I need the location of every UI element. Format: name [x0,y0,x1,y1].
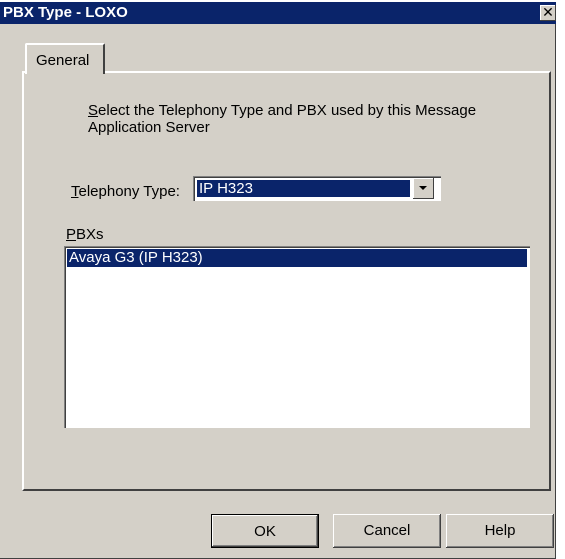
telephony-type-value: IP H323 [197,180,410,197]
pbxs-label: PBXs [66,226,104,243]
telephony-type-label-rest: elephony Type: [78,183,180,200]
window-title: PBX Type - LOXO [3,4,128,21]
close-button[interactable]: ✕ [540,5,556,21]
help-button[interactable]: Help [446,514,554,548]
instruction-text: Select the Telephony Type and PBX used b… [88,102,528,136]
instruction-rest: elect the Telephony Type and PBX used by… [88,102,477,136]
pbxs-mnemonic: P [66,226,77,243]
ok-button[interactable]: OK [211,514,319,548]
tab-general[interactable]: General [25,43,105,74]
telephony-type-label: Telephony Type: [71,183,180,200]
telephony-type-mnemonic: T [71,183,79,200]
chevron-down-icon [419,186,427,190]
telephony-type-select[interactable]: IP H323 [193,176,441,201]
pbxs-label-rest: BXs [76,226,104,243]
instruction-mnemonic: S [88,102,99,119]
close-icon: ✕ [542,4,554,20]
pbx-list[interactable]: Avaya G3 (IP H323) [64,246,530,428]
dropdown-button[interactable] [413,178,434,199]
tab-general-label: General [36,52,90,69]
cancel-button[interactable]: Cancel [333,514,441,548]
title-bar[interactable]: PBX Type - LOXO ✕ [0,2,556,24]
list-item[interactable]: Avaya G3 (IP H323) [67,249,527,267]
